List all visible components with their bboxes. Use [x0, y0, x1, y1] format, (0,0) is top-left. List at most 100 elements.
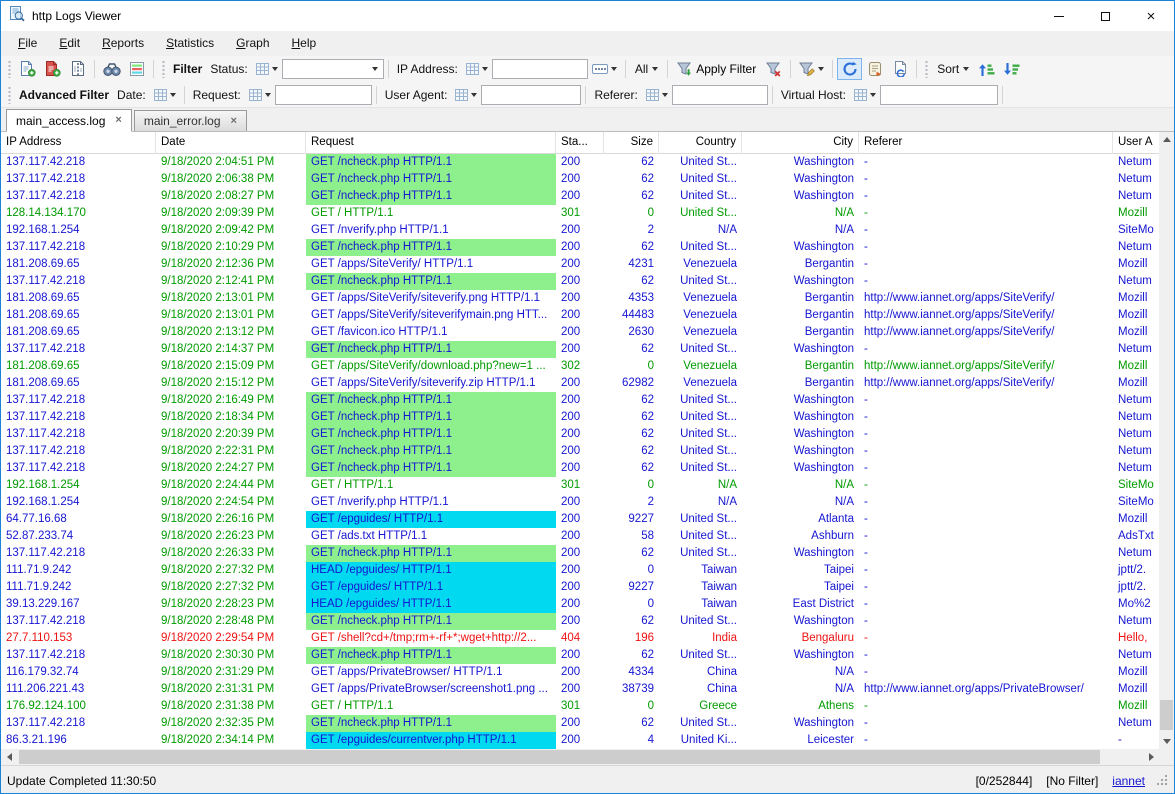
- cell-country[interactable]: United St...: [659, 273, 742, 290]
- log-row[interactable]: 181.208.69.659/18/2020 2:13:12 PMGET /fa…: [1, 324, 1159, 341]
- cell-city[interactable]: Washington: [742, 545, 859, 562]
- cell-size[interactable]: 62: [604, 443, 659, 460]
- cell-city[interactable]: Bergantin: [742, 307, 859, 324]
- cell-status[interactable]: 200: [556, 528, 604, 545]
- cell-referer[interactable]: -: [859, 579, 1113, 596]
- log-row[interactable]: 137.117.42.2189/18/2020 2:30:30 PMGET /n…: [1, 647, 1159, 664]
- cell-size[interactable]: 2630: [604, 324, 659, 341]
- cell-ip[interactable]: 137.117.42.218: [1, 443, 156, 460]
- cell-status[interactable]: 200: [556, 545, 604, 562]
- cell-status[interactable]: 200: [556, 256, 604, 273]
- cell-referer[interactable]: -: [859, 154, 1113, 171]
- cell-ip[interactable]: 181.208.69.65: [1, 290, 156, 307]
- cell-ip[interactable]: 137.117.42.218: [1, 239, 156, 256]
- cell-referer[interactable]: -: [859, 239, 1113, 256]
- cell-size[interactable]: 4334: [604, 664, 659, 681]
- cell-ua[interactable]: Netum: [1113, 341, 1159, 358]
- cell-size[interactable]: 62: [604, 460, 659, 477]
- cell-referer[interactable]: -: [859, 409, 1113, 426]
- cell-status[interactable]: 200: [556, 290, 604, 307]
- cell-ua[interactable]: Mozill: [1113, 307, 1159, 324]
- cell-country[interactable]: United St...: [659, 171, 742, 188]
- cell-request[interactable]: HEAD /epguides/ HTTP/1.1: [306, 596, 556, 613]
- cell-country[interactable]: United St...: [659, 426, 742, 443]
- cell-size[interactable]: 0: [604, 698, 659, 715]
- log-row[interactable]: 111.71.9.2429/18/2020 2:27:32 PMHEAD /ep…: [1, 562, 1159, 579]
- add-log-file-button[interactable]: [15, 58, 40, 80]
- cell-date[interactable]: 9/18/2020 2:12:36 PM: [156, 256, 306, 273]
- cell-city[interactable]: Washington: [742, 613, 859, 630]
- cell-ip[interactable]: 137.117.42.218: [1, 392, 156, 409]
- cell-ip[interactable]: 181.208.69.65: [1, 375, 156, 392]
- search-button[interactable]: [99, 58, 124, 80]
- cell-country[interactable]: United St...: [659, 460, 742, 477]
- cell-request[interactable]: GET /ncheck.php HTTP/1.1: [306, 426, 556, 443]
- cell-referer[interactable]: http://www.iannet.org/apps/SiteVerify/: [859, 307, 1113, 324]
- menu-help[interactable]: Help: [281, 33, 328, 54]
- cell-ua[interactable]: SiteMo: [1113, 477, 1159, 494]
- cell-referer[interactable]: -: [859, 392, 1113, 409]
- cell-size[interactable]: 38739: [604, 681, 659, 698]
- tab-close-icon[interactable]: ×: [231, 116, 237, 127]
- cell-date[interactable]: 9/18/2020 2:31:38 PM: [156, 698, 306, 715]
- cell-ip[interactable]: 111.206.221.43: [1, 681, 156, 698]
- cell-city[interactable]: Washington: [742, 426, 859, 443]
- log-row[interactable]: 39.13.229.1679/18/2020 2:28:23 PMHEAD /e…: [1, 596, 1159, 613]
- cell-size[interactable]: 62: [604, 426, 659, 443]
- cell-referer[interactable]: -: [859, 698, 1113, 715]
- cell-ip[interactable]: 86.3.21.196: [1, 732, 156, 749]
- cell-country[interactable]: Venezuela: [659, 256, 742, 273]
- cell-date[interactable]: 9/18/2020 2:08:27 PM: [156, 188, 306, 205]
- cell-country[interactable]: Venezuela: [659, 307, 742, 324]
- log-row[interactable]: 137.117.42.2189/18/2020 2:10:29 PMGET /n…: [1, 239, 1159, 256]
- cell-size[interactable]: 62: [604, 171, 659, 188]
- cell-status[interactable]: 200: [556, 392, 604, 409]
- menu-file[interactable]: File: [7, 33, 48, 54]
- cell-ua[interactable]: SiteMo: [1113, 494, 1159, 511]
- ip-range-button[interactable]: [588, 58, 621, 80]
- cell-date[interactable]: 9/18/2020 2:09:42 PM: [156, 222, 306, 239]
- cell-size[interactable]: 62: [604, 341, 659, 358]
- ip-filter-input[interactable]: [492, 59, 588, 79]
- cell-ua[interactable]: Netum: [1113, 273, 1159, 290]
- cell-date[interactable]: 9/18/2020 2:13:12 PM: [156, 324, 306, 341]
- cell-size[interactable]: 4353: [604, 290, 659, 307]
- cell-ip[interactable]: 137.117.42.218: [1, 273, 156, 290]
- column-header-request[interactable]: Request: [306, 132, 556, 154]
- cell-request[interactable]: GET /ncheck.php HTTP/1.1: [306, 273, 556, 290]
- cell-ip[interactable]: 192.168.1.254: [1, 477, 156, 494]
- cell-country[interactable]: United St...: [659, 613, 742, 630]
- resize-grip[interactable]: [1155, 773, 1168, 789]
- cell-referer[interactable]: -: [859, 596, 1113, 613]
- cell-country[interactable]: Venezuela: [659, 290, 742, 307]
- cell-size[interactable]: 62982: [604, 375, 659, 392]
- log-row[interactable]: 128.14.134.1709/18/2020 2:09:39 PMGET / …: [1, 205, 1159, 222]
- cell-ip[interactable]: 137.117.42.218: [1, 545, 156, 562]
- cell-ip[interactable]: 181.208.69.65: [1, 307, 156, 324]
- cell-country[interactable]: Taiwan: [659, 579, 742, 596]
- cell-size[interactable]: 62: [604, 545, 659, 562]
- cell-date[interactable]: 9/18/2020 2:13:01 PM: [156, 290, 306, 307]
- cell-size[interactable]: 0: [604, 205, 659, 222]
- cell-request[interactable]: GET /apps/PrivateBrowser/ HTTP/1.1: [306, 664, 556, 681]
- cell-date[interactable]: 9/18/2020 2:18:34 PM: [156, 409, 306, 426]
- cell-size[interactable]: 0: [604, 358, 659, 375]
- minimize-button[interactable]: [1036, 1, 1082, 31]
- cell-ip[interactable]: 137.117.42.218: [1, 409, 156, 426]
- cell-date[interactable]: 9/18/2020 2:27:32 PM: [156, 562, 306, 579]
- cell-ip[interactable]: 52.87.233.74: [1, 528, 156, 545]
- cell-city[interactable]: Taipei: [742, 562, 859, 579]
- cell-city[interactable]: Washington: [742, 154, 859, 171]
- cell-city[interactable]: Washington: [742, 239, 859, 256]
- cell-city[interactable]: Washington: [742, 171, 859, 188]
- cell-size[interactable]: 0: [604, 477, 659, 494]
- cell-request[interactable]: GET /apps/SiteVerify/siteverifymain.png …: [306, 307, 556, 324]
- cell-referer[interactable]: http://www.iannet.org/apps/SiteVerify/: [859, 290, 1113, 307]
- cell-date[interactable]: 9/18/2020 2:26:33 PM: [156, 545, 306, 562]
- column-header-referer[interactable]: Referer: [859, 132, 1113, 154]
- cell-city[interactable]: Bergantin: [742, 375, 859, 392]
- sort-dropdown[interactable]: Sort: [932, 58, 974, 80]
- cell-ip[interactable]: 192.168.1.254: [1, 494, 156, 511]
- cell-status[interactable]: 200: [556, 579, 604, 596]
- cell-status[interactable]: 404: [556, 630, 604, 647]
